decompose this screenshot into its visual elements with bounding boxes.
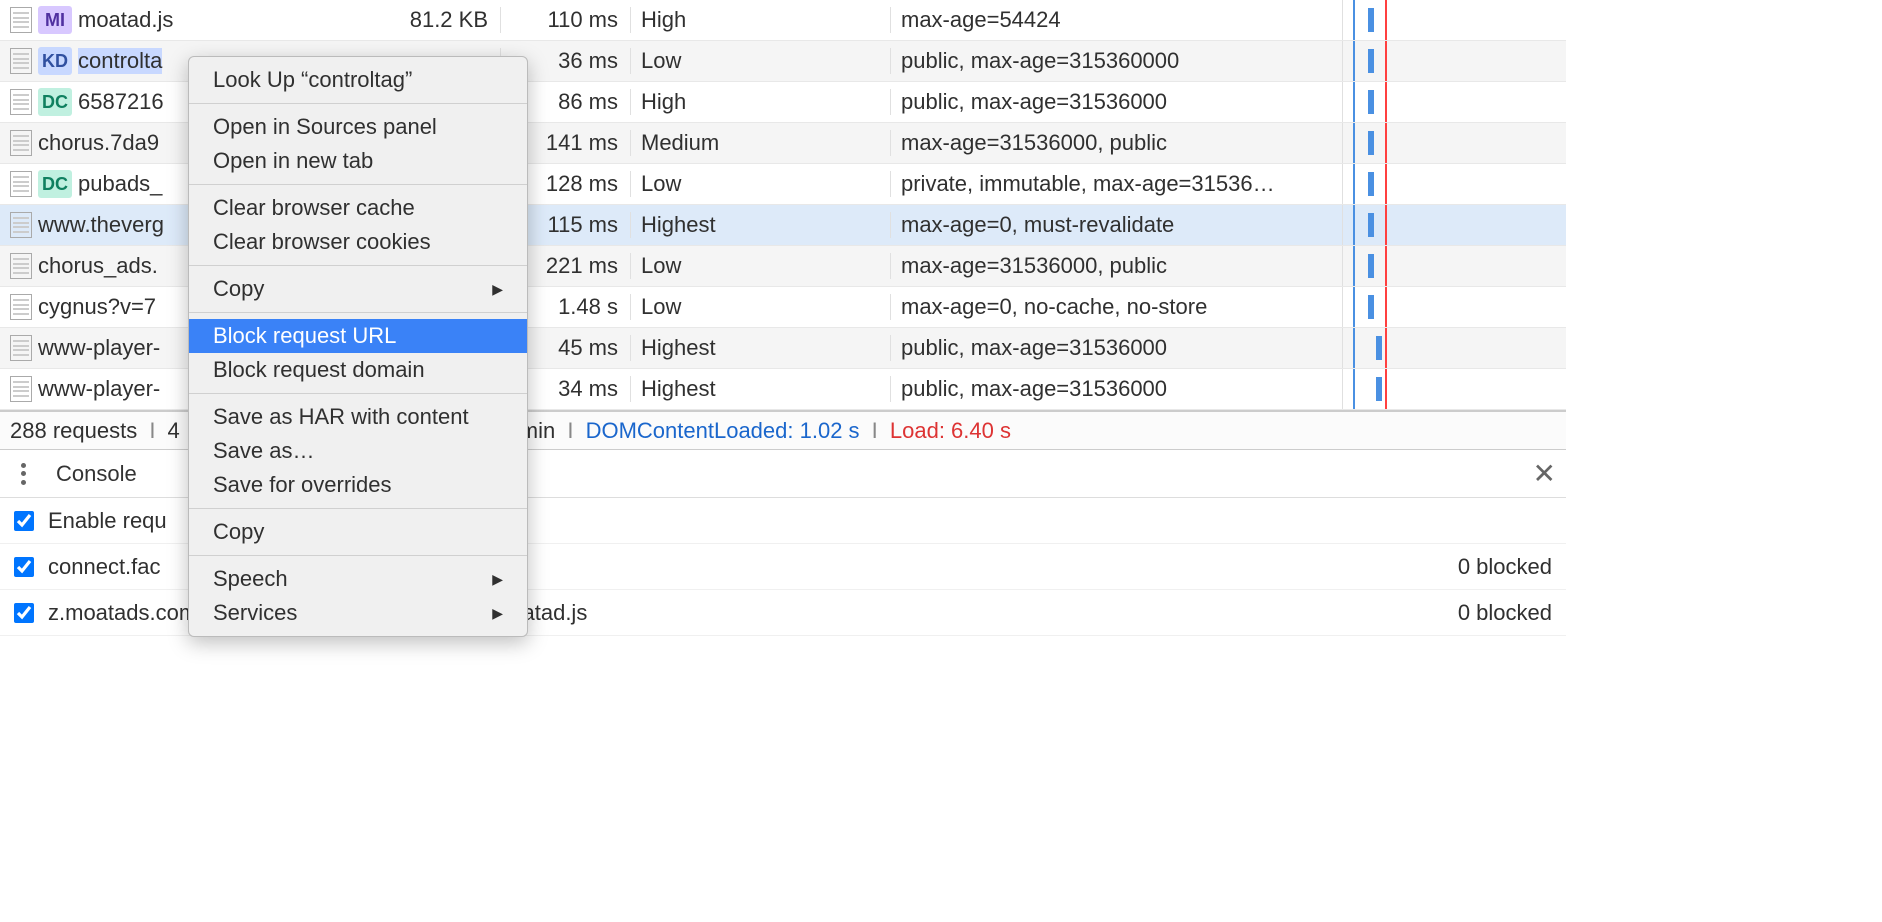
menu-open-new-tab[interactable]: Open in new tab: [189, 144, 527, 178]
document-icon: [10, 294, 32, 320]
menu-save-overrides[interactable]: Save for overrides: [189, 468, 527, 502]
initiator-badge: DC: [38, 88, 72, 116]
document-icon: [10, 7, 32, 33]
blocked-count: 0 blocked: [1458, 600, 1552, 626]
size-cell: 81.2 KB: [300, 7, 500, 33]
menu-copy[interactable]: Copy: [189, 515, 527, 549]
menu-clear-cookies[interactable]: Clear browser cookies: [189, 225, 527, 259]
waterfall-cell: [1342, 246, 1566, 286]
request-name: controlta: [78, 48, 162, 74]
waterfall-cell: [1342, 123, 1566, 163]
cache-control-cell: max-age=0, must-revalidate: [890, 212, 1342, 238]
menu-clear-cache[interactable]: Clear browser cache: [189, 191, 527, 225]
menu-open-sources[interactable]: Open in Sources panel: [189, 110, 527, 144]
waterfall-cell: [1342, 0, 1566, 40]
request-name: www-player-: [38, 335, 160, 361]
initiator-badge: DC: [38, 170, 72, 198]
priority-cell: Highest: [630, 212, 890, 238]
cache-control-cell: public, max-age=31536000: [890, 89, 1342, 115]
priority-cell: Low: [630, 171, 890, 197]
priority-cell: Highest: [630, 335, 890, 361]
menu-services-submenu[interactable]: Services▶: [189, 596, 527, 630]
load-label: Load: 6.40 s: [890, 418, 1011, 444]
priority-cell: Low: [630, 253, 890, 279]
document-icon: [10, 89, 32, 115]
domcontentloaded-label: DOMContentLoaded: 1.02 s: [586, 418, 860, 444]
priority-cell: High: [630, 7, 890, 33]
document-icon: [10, 130, 32, 156]
cache-control-cell: max-age=31536000, public: [890, 253, 1342, 279]
request-name: cygnus?v=7: [38, 294, 156, 320]
document-icon: [10, 376, 32, 402]
menu-block-url[interactable]: Block request URL: [189, 319, 527, 353]
status-fragment: 4: [168, 418, 180, 444]
waterfall-cell: [1342, 82, 1566, 122]
request-name: www-player-: [38, 376, 160, 402]
request-name: www.theverg: [38, 212, 164, 238]
initiator-badge: MI: [38, 6, 72, 34]
blocked-count: 0 blocked: [1458, 554, 1552, 580]
chevron-right-icon: ▶: [492, 605, 503, 622]
menu-lookup[interactable]: Look Up “controltag”: [189, 63, 527, 97]
priority-cell: Low: [630, 294, 890, 320]
close-icon[interactable]: ✕: [1533, 457, 1556, 490]
waterfall-cell: [1342, 328, 1566, 368]
pattern-checkbox[interactable]: [14, 603, 34, 623]
priority-cell: Highest: [630, 376, 890, 402]
kebab-menu-icon[interactable]: [10, 461, 36, 487]
document-icon: [10, 48, 32, 74]
context-menu[interactable]: Look Up “controltag” Open in Sources pan…: [188, 56, 528, 637]
priority-cell: High: [630, 89, 890, 115]
menu-save-har[interactable]: Save as HAR with content: [189, 400, 527, 434]
cache-control-cell: public, max-age=31536000: [890, 335, 1342, 361]
document-icon: [10, 253, 32, 279]
requests-count: 288 requests: [10, 418, 137, 444]
document-icon: [10, 171, 32, 197]
waterfall-cell: [1342, 369, 1566, 409]
chevron-right-icon: ▶: [492, 571, 503, 588]
waterfall-cell: [1342, 287, 1566, 327]
initiator-badge: KD: [38, 47, 72, 75]
request-name: moatad.js: [78, 7, 173, 33]
cache-control-cell: max-age=0, no-cache, no-store: [890, 294, 1342, 320]
menu-save-as[interactable]: Save as…: [189, 434, 527, 468]
enable-blocking-checkbox[interactable]: [14, 511, 34, 531]
table-row[interactable]: MImoatad.js 81.2 KB110 msHighmax-age=5442…: [0, 0, 1566, 41]
cache-control-cell: max-age=54424: [890, 7, 1342, 33]
chevron-right-icon: ▶: [492, 281, 503, 298]
request-name: pubads_: [78, 171, 162, 197]
menu-speech-submenu[interactable]: Speech▶: [189, 562, 527, 596]
waterfall-cell: [1342, 41, 1566, 81]
menu-copy-submenu[interactable]: Copy▶: [189, 272, 527, 306]
waterfall-cell: [1342, 164, 1566, 204]
waterfall-cell: [1342, 205, 1566, 245]
pattern-url: connect.fac: [48, 554, 161, 580]
cache-control-cell: public, max-age=31536000: [890, 376, 1342, 402]
cache-control-cell: max-age=31536000, public: [890, 130, 1342, 156]
request-name: 6587216: [78, 89, 164, 115]
priority-cell: Medium: [630, 130, 890, 156]
enable-blocking-label: Enable requ: [48, 508, 167, 534]
pattern-checkbox[interactable]: [14, 557, 34, 577]
request-name: chorus_ads.: [38, 253, 158, 279]
drawer-tab-console[interactable]: Console: [56, 461, 137, 487]
menu-block-domain[interactable]: Block request domain: [189, 353, 527, 387]
cache-control-cell: private, immutable, max-age=31536…: [890, 171, 1342, 197]
priority-cell: Low: [630, 48, 890, 74]
cache-control-cell: public, max-age=315360000: [890, 48, 1342, 74]
document-icon: [10, 335, 32, 361]
request-name: chorus.7da9: [38, 130, 159, 156]
time-cell: 110 ms: [500, 7, 630, 33]
document-icon: [10, 212, 32, 238]
